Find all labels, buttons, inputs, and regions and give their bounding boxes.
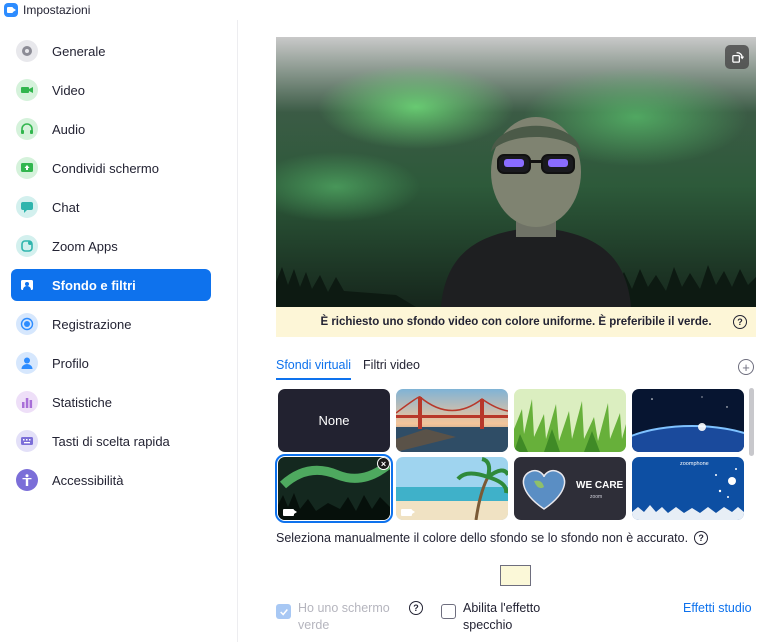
- rotate-camera-button[interactable]: [725, 45, 749, 69]
- profile-icon: [16, 352, 38, 374]
- green-screen-warning: È richiesto uno sfondo video con colore …: [276, 307, 756, 337]
- grass-image: [514, 389, 626, 452]
- sidebar-item-label: Tasti di scelta rapida: [52, 433, 170, 449]
- golden-gate-image: [396, 389, 508, 452]
- sidebar-item-profilo[interactable]: Profilo: [11, 347, 211, 379]
- record-icon: [16, 313, 38, 335]
- earth-image: [632, 389, 744, 452]
- hint-text: Seleziona manualmente il colore dello sf…: [276, 531, 689, 545]
- person-silhouette: [441, 117, 631, 307]
- green-screen-option: Ho uno schermo verde: [276, 600, 398, 634]
- manual-color-hint: Seleziona manualmente il colore dello sf…: [276, 531, 709, 545]
- statistics-icon: [16, 391, 38, 413]
- title-bar: Impostazioni: [0, 0, 773, 20]
- gear-icon: [16, 40, 38, 62]
- zoom-logo-icon: [4, 3, 18, 17]
- we-care-subtext: zoom: [590, 494, 603, 500]
- sidebar-item-registrazione[interactable]: Registrazione: [11, 308, 211, 340]
- mirror-option: Abilita l'effetto specchio: [441, 600, 563, 634]
- sidebar-item-label: Statistiche: [52, 394, 112, 410]
- sidebar-item-statistiche[interactable]: Statistiche: [11, 386, 211, 418]
- background-color-swatch[interactable]: [500, 565, 531, 586]
- headphones-icon: [16, 118, 38, 140]
- video-preview: [276, 37, 756, 307]
- remove-background-icon[interactable]: ×: [377, 457, 390, 470]
- help-icon[interactable]: ?: [733, 315, 747, 329]
- sidebar-item-condividi-schermo[interactable]: Condividi schermo: [11, 152, 211, 184]
- sidebar-item-tasti-di-scelta-rapida[interactable]: Tasti di scelta rapida: [11, 425, 211, 457]
- add-background-button[interactable]: +: [738, 359, 754, 375]
- sidebar-item-label: Registrazione: [52, 316, 132, 332]
- sidebar-item-label: Chat: [52, 199, 80, 215]
- keyboard-icon: [16, 430, 38, 452]
- mirror-label: Abilita l'effetto specchio: [463, 601, 541, 632]
- help-icon[interactable]: ?: [409, 601, 423, 615]
- sidebar-item-accessibilita[interactable]: Accessibilità: [11, 464, 211, 496]
- rotate-icon: [731, 51, 744, 63]
- background-we-care[interactable]: WE CARE zoom: [514, 457, 626, 520]
- background-zoom-phone[interactable]: zoomphone: [632, 457, 744, 520]
- mirror-checkbox[interactable]: [441, 604, 456, 619]
- sidebar-item-audio[interactable]: Audio: [11, 113, 211, 145]
- background-tabs: Sfondi virtuali Filtri video: [276, 358, 432, 380]
- tab-filtri-video[interactable]: Filtri video: [363, 358, 420, 380]
- background-aurora[interactable]: ×: [275, 454, 393, 523]
- video-background-icon: [401, 509, 415, 516]
- share-screen-icon: [16, 157, 38, 179]
- thumbnail-label: None: [318, 413, 350, 428]
- video-camera-icon: [16, 79, 38, 101]
- background-beach[interactable]: [396, 457, 508, 520]
- sidebar-item-label: Audio: [52, 121, 86, 137]
- sidebar-item-sfondo-e-filtri[interactable]: Sfondo e filtri: [11, 269, 211, 301]
- background-none[interactable]: None: [278, 389, 390, 452]
- accessibility-icon: [16, 469, 38, 491]
- background-grass[interactable]: [514, 389, 626, 452]
- tab-sfondi-virtuali[interactable]: Sfondi virtuali: [276, 358, 352, 380]
- checkmark-icon: [279, 608, 288, 616]
- chat-bubble-icon: [16, 196, 38, 218]
- background-settings-panel: È richiesto uno sfondo video con colore …: [239, 20, 773, 642]
- virtual-background-grid: None × WE CARE zoom zoomphone: [275, 389, 748, 525]
- snowflake-decoration: [632, 468, 744, 520]
- background-earth[interactable]: [632, 389, 744, 452]
- sidebar-item-label: Profilo: [52, 355, 89, 371]
- sidebar-item-label: Condividi schermo: [52, 160, 159, 176]
- background-filter-icon: [16, 274, 38, 296]
- sidebar-item-label: Sfondo e filtri: [52, 277, 136, 293]
- window-title: Impostazioni: [23, 3, 91, 17]
- sidebar-item-label: Generale: [52, 43, 106, 59]
- zoom-apps-icon: [16, 235, 38, 257]
- settings-sidebar: Generale Video Audio Condividi schermo C…: [0, 20, 238, 642]
- background-golden-gate[interactable]: [396, 389, 508, 452]
- sidebar-item-label: Accessibilità: [52, 472, 124, 488]
- sidebar-item-generale[interactable]: Generale: [11, 35, 211, 67]
- sidebar-item-video[interactable]: Video: [11, 74, 211, 106]
- green-screen-label: Ho uno schermo verde: [298, 601, 390, 632]
- studio-effects-link[interactable]: Effetti studio: [683, 601, 752, 615]
- sidebar-item-label: Video: [52, 82, 86, 98]
- thumbnail-scrollbar[interactable]: [749, 388, 754, 456]
- help-icon[interactable]: ?: [694, 531, 709, 545]
- plus-icon: +: [742, 359, 750, 375]
- sidebar-item-label: Zoom Apps: [52, 238, 118, 254]
- we-care-text: WE CARE: [576, 480, 624, 491]
- sidebar-item-chat[interactable]: Chat: [11, 191, 211, 223]
- sidebar-item-zoom-apps[interactable]: Zoom Apps: [11, 230, 211, 262]
- green-screen-checkbox[interactable]: [276, 604, 291, 619]
- video-background-icon: [283, 509, 297, 516]
- warning-text: È richiesto uno sfondo video con colore …: [320, 316, 712, 328]
